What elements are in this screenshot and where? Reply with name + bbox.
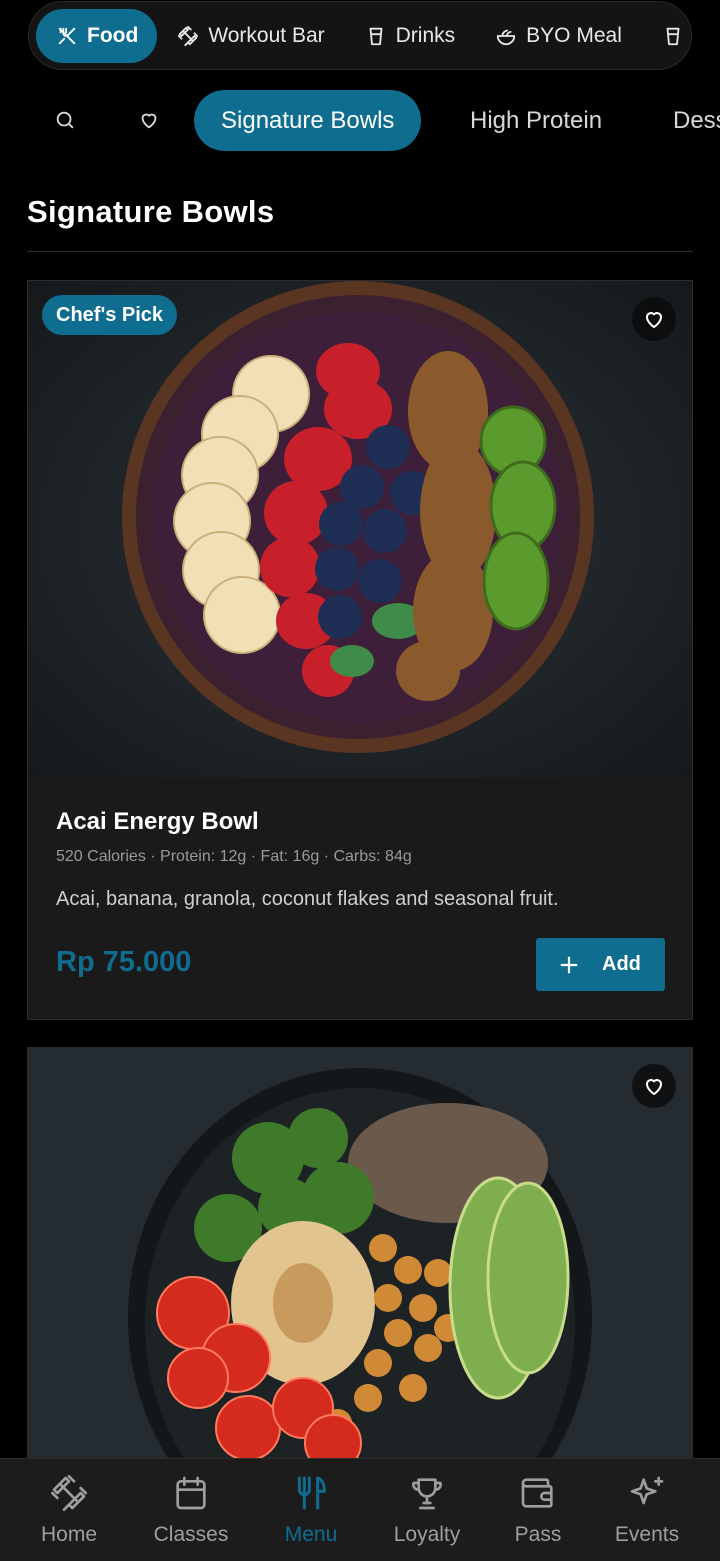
favorite-button[interactable] bbox=[632, 297, 676, 341]
category-food[interactable]: Food bbox=[36, 9, 158, 63]
search-icon bbox=[56, 111, 74, 129]
wallet-icon bbox=[521, 1478, 553, 1508]
section-title: Signature Bowls bbox=[27, 194, 275, 229]
product-name: Acai Energy Bowl bbox=[56, 808, 259, 835]
nav-pass[interactable]: Pass bbox=[483, 1473, 593, 1547]
heart-icon bbox=[141, 113, 157, 129]
product-card[interactable] bbox=[27, 1047, 693, 1478]
nav-label: Home bbox=[40, 1523, 98, 1546]
acai-bowl-illustration bbox=[28, 281, 692, 778]
bottom-navigation: Home Classes Menu Loyalty Pass Events bbox=[0, 1458, 720, 1561]
favorites-tab[interactable] bbox=[132, 103, 166, 137]
heart-icon bbox=[646, 312, 662, 328]
category-byo-meal[interactable]: BYO Meal bbox=[475, 9, 642, 63]
nav-events[interactable]: Events bbox=[592, 1473, 702, 1547]
dumbbell-icon bbox=[51, 1475, 87, 1511]
category-label: BYO Meal bbox=[526, 24, 622, 47]
calendar-icon bbox=[176, 1476, 206, 1510]
tab-high-protein[interactable]: High Protein bbox=[470, 90, 602, 151]
category-workout-bar[interactable]: Workout Bar bbox=[157, 9, 344, 63]
cup-icon bbox=[369, 27, 383, 46]
product-image: Chef's Pick bbox=[28, 281, 692, 778]
subcategory-tabs: Signature Bowls High Protein Dess bbox=[0, 90, 720, 152]
tab-desserts[interactable]: Dess bbox=[673, 90, 720, 151]
utensils-crossed-icon bbox=[58, 27, 76, 45]
product-image bbox=[28, 1048, 692, 1478]
nav-loyalty[interactable]: Loyalty bbox=[372, 1473, 482, 1547]
category-label: Drinks bbox=[395, 24, 456, 47]
buddha-bowl-illustration bbox=[28, 1048, 692, 1478]
category-bar: Food Workout Bar Drinks BYO Meal bbox=[28, 1, 692, 70]
cup-icon bbox=[666, 27, 680, 46]
heart-icon bbox=[646, 1079, 662, 1095]
nav-label: Menu bbox=[284, 1523, 338, 1546]
search-button[interactable] bbox=[48, 103, 82, 137]
product-details: Acai Energy Bowl 520 Calories · Protein:… bbox=[28, 778, 692, 1019]
favorite-button[interactable] bbox=[632, 1064, 676, 1108]
category-drinks[interactable]: Drinks bbox=[345, 9, 476, 63]
add-button-label: Add bbox=[602, 953, 641, 975]
trophy-icon bbox=[412, 1478, 442, 1510]
sparkles-icon bbox=[630, 1476, 664, 1505]
product-nutrition: 520 Calories · Protein: 12g · Fat: 16g ·… bbox=[56, 848, 412, 865]
product-price: Rp 75.000 bbox=[56, 946, 192, 978]
nav-label: Pass bbox=[514, 1523, 562, 1546]
nav-menu[interactable]: Menu bbox=[256, 1473, 366, 1547]
category-more[interactable] bbox=[642, 9, 691, 63]
product-description: Acai, banana, granola, coconut flakes an… bbox=[56, 888, 559, 910]
dumbbell-icon bbox=[178, 25, 199, 47]
nav-label: Classes bbox=[153, 1523, 229, 1546]
nav-label: Loyalty bbox=[393, 1523, 461, 1546]
plus-icon bbox=[560, 956, 578, 973]
chefs-pick-badge: Chef's Pick bbox=[42, 295, 178, 335]
nav-home[interactable]: Home bbox=[14, 1473, 124, 1547]
fork-knife-icon bbox=[297, 1476, 326, 1510]
category-label: Workout Bar bbox=[208, 24, 325, 47]
salad-bowl-icon bbox=[496, 29, 516, 46]
add-to-cart-button[interactable]: Add bbox=[536, 938, 665, 991]
nav-classes[interactable]: Classes bbox=[136, 1473, 246, 1547]
nav-label: Events bbox=[614, 1523, 680, 1546]
product-card[interactable]: Chef's Pick Acai Energy Bowl 520 Calorie… bbox=[27, 280, 693, 1020]
section-divider bbox=[27, 251, 693, 252]
tab-signature-bowls[interactable]: Signature Bowls bbox=[194, 90, 422, 151]
category-label: Food bbox=[87, 24, 139, 47]
